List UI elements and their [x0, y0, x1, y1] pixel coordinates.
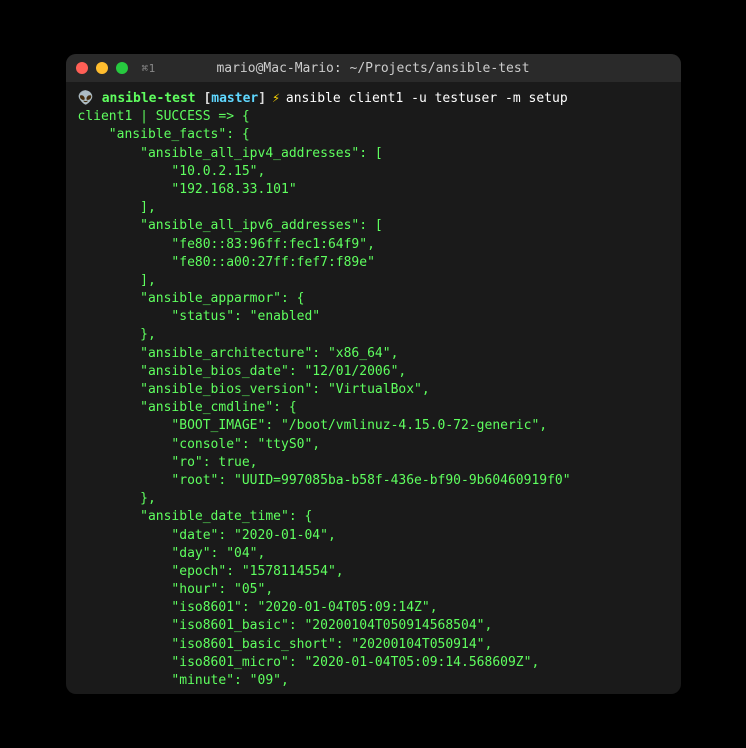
- output-block: "ansible_facts": { "ansible_all_ipv4_add…: [78, 126, 669, 690]
- git-branch: master: [211, 90, 258, 108]
- titlebar: ⌘1 mario@Mac-Mario: ~/Projects/ansible-t…: [66, 54, 681, 82]
- tab-shortcut: ⌘1: [142, 62, 156, 75]
- result-header: client1 | SUCCESS => {: [78, 108, 669, 126]
- prompt-dir: ansible-test: [102, 90, 196, 108]
- window-title: mario@Mac-Mario: ~/Projects/ansible-test: [66, 61, 681, 76]
- prompt-icon: 👽: [78, 90, 94, 108]
- command-text: ansible client1 -u testuser -m setup: [286, 90, 568, 108]
- traffic-lights: [76, 62, 128, 74]
- terminal-body[interactable]: 👽 ansible-test [master] ⚡ ansible client…: [66, 82, 681, 694]
- branch-close: ]: [258, 90, 266, 108]
- minimize-button[interactable]: [96, 62, 108, 74]
- terminal-window: ⌘1 mario@Mac-Mario: ~/Projects/ansible-t…: [66, 54, 681, 694]
- prompt-line: 👽 ansible-test [master] ⚡ ansible client…: [78, 90, 669, 108]
- maximize-button[interactable]: [116, 62, 128, 74]
- prompt-separator-icon: ⚡: [272, 90, 280, 108]
- close-button[interactable]: [76, 62, 88, 74]
- branch-open: [: [203, 90, 211, 108]
